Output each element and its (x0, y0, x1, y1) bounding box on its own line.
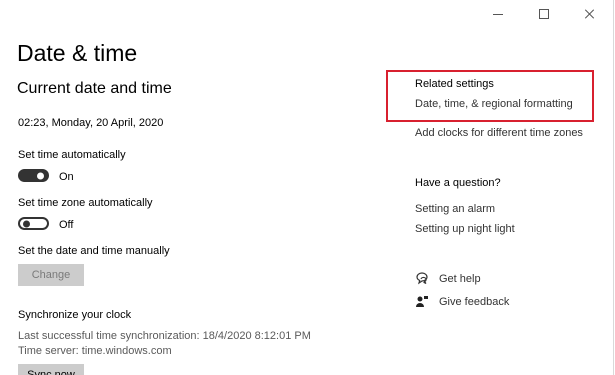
add-clocks-link[interactable]: Add clocks for different time zones (415, 127, 583, 139)
current-datetime-value: 02:23, Monday, 20 April, 2020 (18, 117, 164, 129)
set-time-auto-toggle[interactable] (18, 169, 49, 182)
sync-now-button[interactable]: Sync now (18, 364, 84, 375)
current-date-time-heading: Current date and time (17, 80, 172, 97)
window-controls (475, 0, 613, 28)
toggle-knob (37, 172, 44, 179)
set-timezone-auto-state: Off (59, 219, 74, 231)
set-timezone-auto-label: Set time zone automatically (18, 197, 153, 209)
page-title: Date & time (17, 40, 138, 66)
question-heading: Have a question? (415, 177, 501, 189)
change-button[interactable]: Change (18, 264, 84, 286)
maximize-button[interactable] (521, 0, 567, 28)
night-light-link[interactable]: Setting up night light (415, 223, 515, 235)
feedback-icon (416, 296, 428, 307)
regional-formatting-link[interactable]: Date, time, & regional formatting (415, 98, 573, 110)
set-timezone-auto-toggle[interactable] (18, 217, 49, 230)
set-time-auto-label: Set time automatically (18, 149, 126, 161)
setting-alarm-link[interactable]: Setting an alarm (415, 203, 495, 215)
settings-window: Date & time Current date and time 02:23,… (0, 0, 614, 375)
minimize-button[interactable] (475, 0, 521, 28)
last-sync-text: Last successful time synchronization: 18… (18, 330, 311, 342)
close-icon (585, 9, 595, 19)
set-manually-label: Set the date and time manually (18, 245, 170, 257)
maximize-icon (539, 9, 549, 19)
get-help-icon (416, 272, 428, 285)
toggle-knob (23, 220, 30, 227)
time-server-text: Time server: time.windows.com (18, 345, 172, 357)
related-settings-heading: Related settings (415, 78, 494, 90)
sync-heading: Synchronize your clock (18, 309, 132, 321)
give-feedback-link[interactable]: Give feedback (439, 296, 509, 308)
set-time-auto-state: On (59, 171, 74, 183)
get-help-link[interactable]: Get help (439, 273, 481, 285)
minimize-icon (493, 13, 503, 15)
close-button[interactable] (567, 0, 613, 28)
